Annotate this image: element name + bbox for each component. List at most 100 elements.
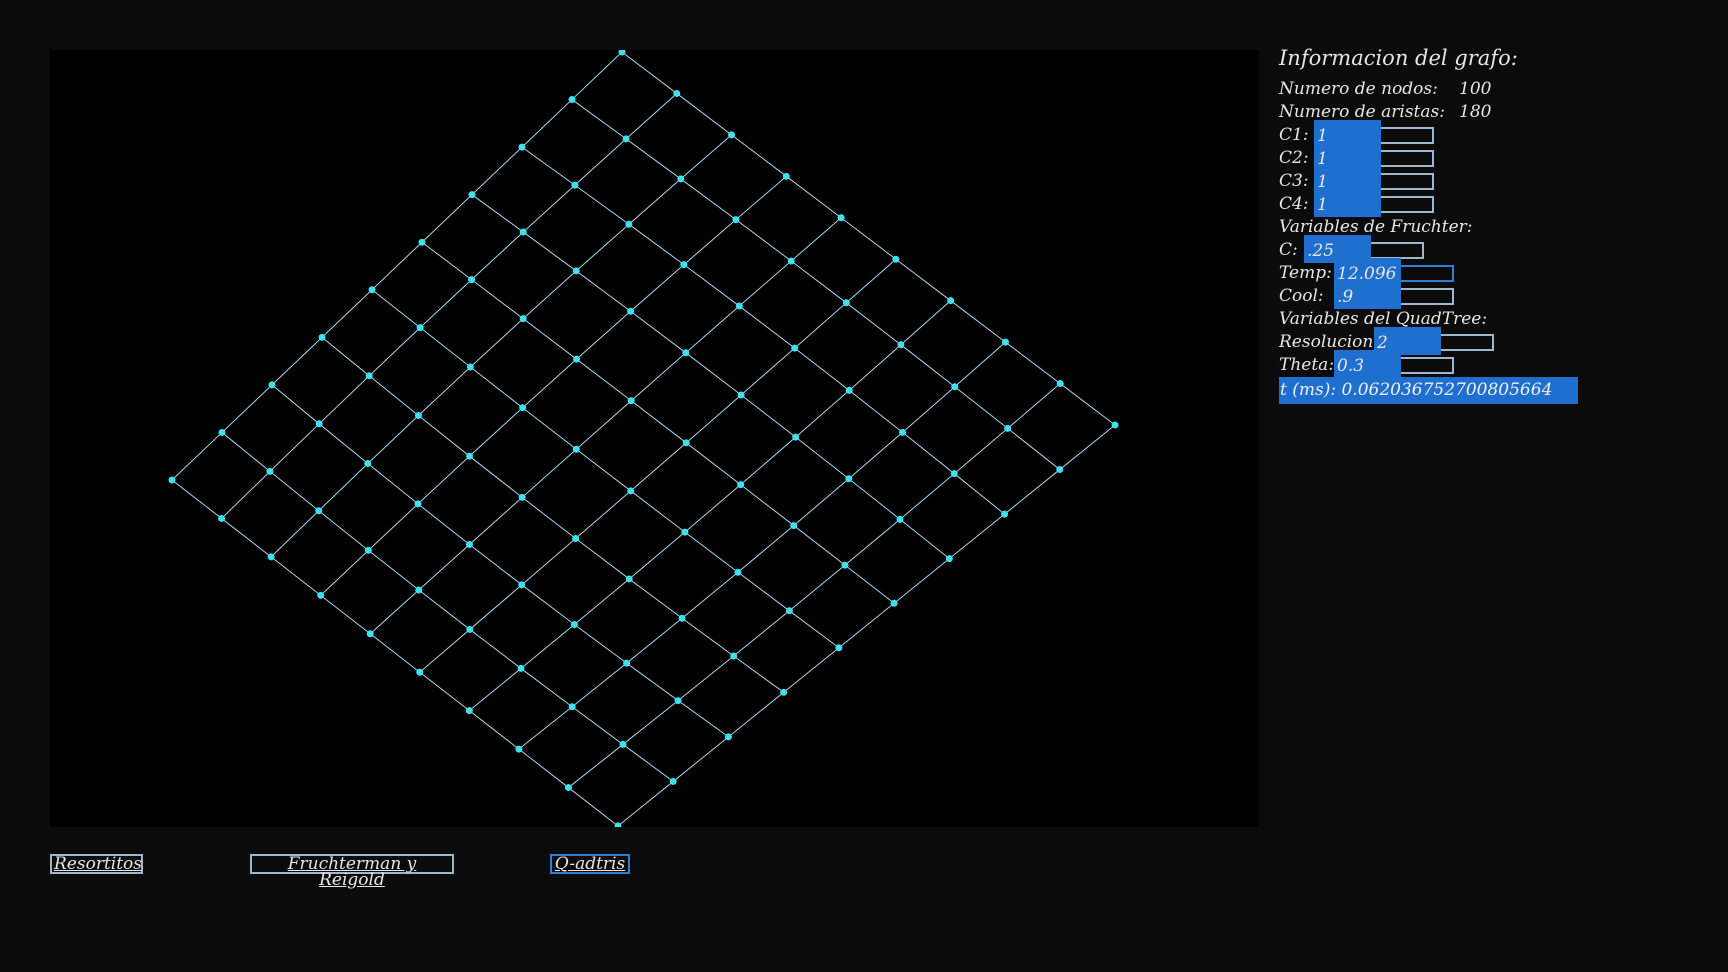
graph-node[interactable]: [896, 515, 904, 523]
graph-node[interactable]: [845, 386, 853, 394]
temp-slider[interactable]: 12.096: [1334, 258, 1454, 286]
graph-node[interactable]: [418, 238, 426, 246]
graph-node[interactable]: [317, 591, 325, 599]
graph-node[interactable]: [947, 297, 955, 305]
graph-node[interactable]: [737, 481, 745, 489]
graph-node[interactable]: [845, 475, 853, 483]
graph-node[interactable]: [735, 302, 743, 310]
graph-node[interactable]: [841, 561, 849, 569]
graph-node[interactable]: [414, 412, 422, 420]
graph-node[interactable]: [614, 822, 622, 828]
graph-node[interactable]: [465, 540, 473, 548]
graph-node[interactable]: [622, 135, 630, 143]
graph-node[interactable]: [572, 535, 580, 543]
graph-node[interactable]: [782, 172, 790, 180]
graph-node[interactable]: [680, 261, 688, 269]
graph-node[interactable]: [842, 299, 850, 307]
graph-node[interactable]: [619, 740, 627, 748]
graph-node[interactable]: [568, 703, 576, 711]
graph-node[interactable]: [570, 620, 578, 628]
graph-node[interactable]: [568, 96, 576, 104]
graph-node[interactable]: [790, 522, 798, 530]
graph-node[interactable]: [780, 688, 788, 696]
graph-node[interactable]: [517, 664, 525, 672]
cool-slider[interactable]: .9: [1334, 281, 1454, 309]
graph-node[interactable]: [365, 372, 373, 380]
graph-node[interactable]: [466, 452, 474, 460]
graph-node[interactable]: [267, 553, 275, 561]
graph-node[interactable]: [728, 131, 736, 139]
graph-node[interactable]: [1001, 510, 1009, 518]
graph-node[interactable]: [1056, 466, 1064, 474]
graph-node[interactable]: [564, 784, 572, 792]
graph-node[interactable]: [466, 625, 474, 633]
graph-node[interactable]: [466, 363, 474, 371]
graph-node[interactable]: [368, 286, 376, 294]
graph-node[interactable]: [897, 341, 905, 349]
c1-slider[interactable]: 1: [1314, 120, 1434, 148]
graph-node[interactable]: [678, 614, 686, 622]
graph-node[interactable]: [627, 307, 635, 315]
graph-node[interactable]: [1056, 380, 1064, 388]
graph-node[interactable]: [366, 630, 374, 638]
graph-node[interactable]: [414, 500, 422, 508]
graph-node[interactable]: [737, 391, 745, 399]
graph-node[interactable]: [1001, 338, 1009, 346]
graph-node[interactable]: [625, 220, 633, 228]
theta-slider[interactable]: 0.3: [1334, 350, 1454, 378]
graph-node[interactable]: [674, 697, 682, 705]
graph-node[interactable]: [268, 381, 276, 389]
c3-slider[interactable]: 1: [1314, 166, 1434, 194]
graph-node[interactable]: [792, 433, 800, 441]
graph-node[interactable]: [791, 344, 799, 352]
graph-node[interactable]: [682, 439, 690, 447]
qadtris-button[interactable]: Q-adtris: [550, 854, 630, 874]
graph-node[interactable]: [318, 333, 326, 341]
c-slider[interactable]: .25: [1304, 235, 1424, 263]
graph-node[interactable]: [573, 355, 581, 363]
graph-node[interactable]: [518, 143, 526, 151]
graph-node[interactable]: [945, 555, 953, 563]
graph-node[interactable]: [416, 668, 424, 676]
c2-slider[interactable]: 1: [1314, 143, 1434, 171]
c4-slider[interactable]: 1: [1314, 189, 1434, 217]
graph-node[interactable]: [168, 476, 176, 484]
graph-node[interactable]: [950, 470, 958, 478]
graph-node[interactable]: [1004, 424, 1012, 432]
graph-node[interactable]: [315, 507, 323, 515]
graph-node[interactable]: [1111, 421, 1119, 429]
graph-node[interactable]: [266, 467, 274, 475]
graph-node[interactable]: [218, 514, 226, 522]
graph-node[interactable]: [572, 267, 580, 275]
graph-node[interactable]: [572, 445, 580, 453]
graph-node[interactable]: [724, 733, 732, 741]
graph-node[interactable]: [465, 707, 473, 715]
graph-node[interactable]: [682, 349, 690, 357]
graph-node[interactable]: [415, 586, 423, 594]
graph-node[interactable]: [518, 493, 526, 501]
graph-node[interactable]: [892, 255, 900, 263]
graph-node[interactable]: [669, 777, 677, 785]
graph-node[interactable]: [416, 324, 424, 332]
graph-node[interactable]: [468, 276, 476, 284]
fruchterman-button[interactable]: Fruchterman y Reigold: [250, 854, 454, 889]
graph-node[interactable]: [899, 428, 907, 436]
graph-node[interactable]: [315, 420, 323, 428]
graph-node[interactable]: [623, 659, 631, 667]
graph-node[interactable]: [785, 607, 793, 615]
graph-node[interactable]: [519, 228, 527, 236]
graph-node[interactable]: [787, 257, 795, 265]
graph-node[interactable]: [571, 181, 579, 189]
graph-node[interactable]: [515, 745, 523, 753]
graph-node[interactable]: [677, 175, 685, 183]
graph-node[interactable]: [890, 599, 898, 607]
graph-node[interactable]: [627, 397, 635, 405]
graph-node[interactable]: [519, 404, 527, 412]
graph-node[interactable]: [364, 546, 372, 554]
graph-node[interactable]: [681, 528, 689, 536]
graph-node[interactable]: [673, 89, 681, 97]
graph-node[interactable]: [218, 428, 226, 436]
graph-node[interactable]: [734, 568, 742, 576]
graph-node[interactable]: [518, 581, 526, 589]
resolucion-slider[interactable]: 2: [1374, 327, 1494, 355]
